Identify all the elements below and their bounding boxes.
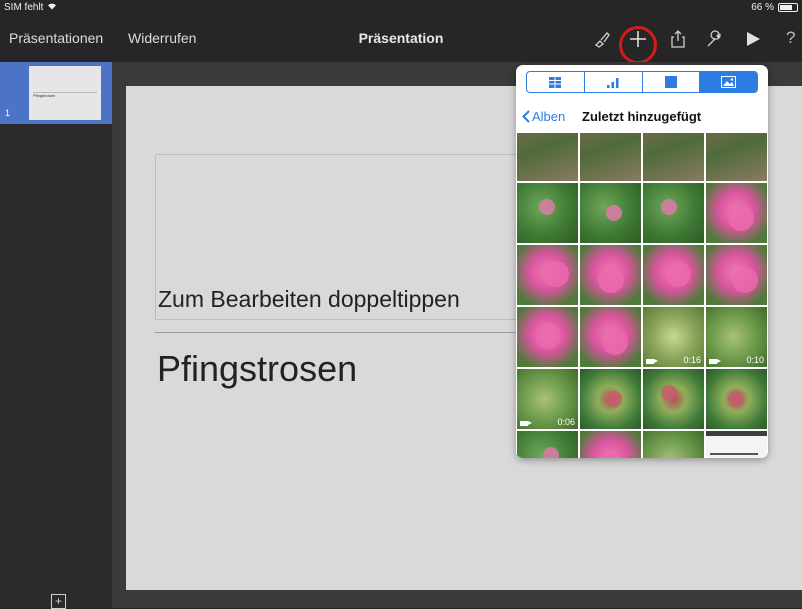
add-slide-button[interactable]: + [51,594,66,609]
undo-button[interactable]: Widerrufen [128,30,196,46]
photo-thumbnail[interactable] [706,133,767,181]
format-brush-icon[interactable] [589,26,615,52]
toolbar: Präsentationen Widerrufen Präsentation ? [0,16,802,62]
albums-back-button[interactable]: Alben [522,109,565,124]
presentations-back-button[interactable]: Präsentationen [9,30,103,46]
album-nav-bar: Alben Zuletzt hinzugefügt [516,99,768,133]
slide-divider [155,332,555,333]
photo-thumbnail[interactable] [643,133,704,181]
chevron-left-icon [522,110,530,123]
table-icon[interactable] [527,72,585,92]
video-camera-icon [520,421,532,426]
slide-thumbnail[interactable]: Pfingstrosen [29,66,101,120]
photo-thumbnail[interactable] [580,183,641,243]
battery-percent: 66 % [751,2,774,13]
photo-thumbnail[interactable] [643,183,704,243]
slide-thumb-title: Pfingstrosen [33,93,56,98]
photo-thumbnail[interactable] [580,369,641,429]
shape-icon[interactable] [643,72,701,92]
video-duration: 0:16 [683,355,701,365]
wifi-icon [47,2,57,13]
video-duration: 0:10 [746,355,764,365]
carrier-label: SIM fehlt [4,2,44,13]
video-camera-icon [709,359,721,364]
photo-thumbnail[interactable] [517,183,578,243]
photo-thumbnail[interactable] [517,133,578,181]
album-title: Zuletzt hinzugefügt [582,109,702,124]
photo-thumbnail[interactable] [580,133,641,181]
photo-thumbnail[interactable] [643,245,704,305]
photo-thumbnail[interactable] [517,307,578,367]
slide-navigator: Pfingstrosen 1 + [0,62,112,609]
share-icon[interactable] [665,26,691,52]
photo-thumbnail[interactable]: 0:07 [643,431,704,458]
help-button[interactable]: ? [786,28,795,48]
photo-thumbnail[interactable] [643,369,704,429]
albums-back-label: Alben [532,109,566,124]
play-icon[interactable] [740,26,766,52]
media-icon[interactable] [700,72,757,92]
slide-title-placeholder[interactable]: Zum Bearbeiten doppeltippen [158,286,460,313]
chart-icon[interactable] [585,72,643,92]
photo-thumbnail[interactable]: 0:16 [643,307,704,367]
slide-subtitle[interactable]: Pfingstrosen [157,348,357,390]
video-camera-icon [646,359,658,364]
add-plus-icon[interactable] [625,26,651,52]
battery-icon [778,3,798,12]
photo-thumbnail[interactable] [580,307,641,367]
photo-thumbnail[interactable] [706,245,767,305]
photo-thumbnail[interactable] [580,245,641,305]
photo-thumbnail[interactable] [706,431,767,458]
slide-number: 1 [5,108,11,118]
photo-thumbnail[interactable] [517,245,578,305]
photo-thumbnail[interactable] [706,183,767,243]
status-bar: SIM fehlt 66 % [0,0,802,16]
insert-tabs [526,71,758,93]
photo-grid: 0:16 0:10 0:06 0:030:040:07 [516,133,768,458]
slide-thumbnail-item[interactable]: Pfingstrosen 1 [0,62,112,124]
photo-thumbnail[interactable]: 0:03 [517,431,578,458]
photo-thumbnail[interactable] [706,369,767,429]
photo-thumbnail[interactable]: 0:04 [580,431,641,458]
media-popover: Alben Zuletzt hinzugefügt 0:160:100:060:… [516,65,768,458]
wrench-icon[interactable] [701,26,727,52]
photo-thumbnail[interactable]: 0:06 [517,369,578,429]
photo-thumbnail[interactable]: 0:10 [706,307,767,367]
video-duration: 0:06 [557,417,575,427]
